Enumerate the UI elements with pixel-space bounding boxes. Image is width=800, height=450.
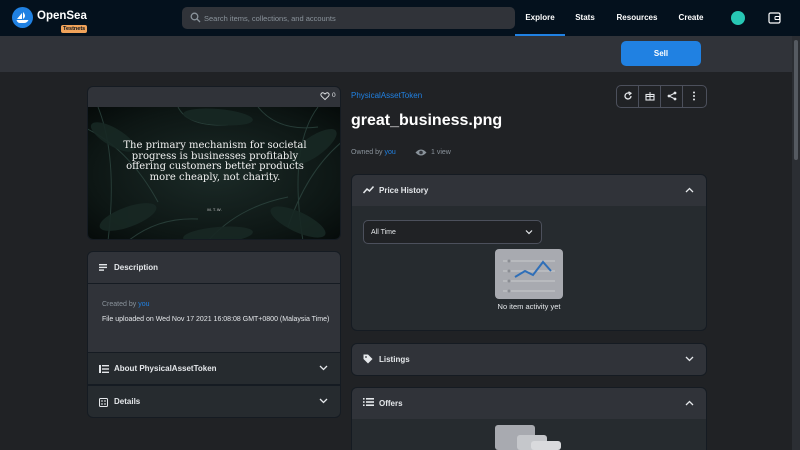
listings-header[interactable]: Listings xyxy=(351,343,707,376)
search-input[interactable] xyxy=(204,7,504,29)
created-by-label: Created by xyxy=(102,301,137,308)
asset-image[interactable]: The primary mechanism for societal progr… xyxy=(88,107,340,239)
empty-chart-illustration xyxy=(495,249,563,299)
nav-create[interactable]: Create xyxy=(671,0,711,36)
chevron-up-icon xyxy=(685,187,694,193)
no-activity-text: No item activity yet xyxy=(497,302,561,311)
time-range-value: All Time xyxy=(371,229,396,236)
chevron-down-icon xyxy=(319,398,328,404)
eye-icon xyxy=(415,149,427,156)
share-icon xyxy=(667,91,677,101)
empty-offers-illustration xyxy=(495,425,561,450)
asset-toolbar xyxy=(616,85,707,108)
wallet-icon[interactable] xyxy=(768,12,781,24)
created-by-line: Created by you xyxy=(102,301,150,308)
refresh-button[interactable] xyxy=(617,86,639,107)
tag-icon xyxy=(363,354,373,364)
share-button[interactable] xyxy=(661,86,683,107)
scrollbar-thumb[interactable] xyxy=(794,40,798,160)
search-icon xyxy=(190,12,201,23)
price-history-header[interactable]: Price History xyxy=(351,174,707,207)
description-body: Created by you File uploaded on Wed Nov … xyxy=(87,284,341,352)
image-quote-author: M.T.W. xyxy=(207,207,223,212)
price-history-title: Price History xyxy=(379,186,429,195)
gift-icon xyxy=(645,92,655,101)
asset-image-card: 0 The primary mechanism for societal pro… xyxy=(87,86,341,240)
owned-by-label: Owned by xyxy=(351,149,383,156)
more-options-button[interactable] xyxy=(683,86,705,107)
offers-header[interactable]: Offers xyxy=(351,387,707,420)
image-card-header: 0 xyxy=(88,87,340,107)
owner-link[interactable]: you xyxy=(384,149,395,156)
nav-explore[interactable]: Explore xyxy=(515,0,565,36)
time-range-select[interactable]: All Time xyxy=(363,220,542,244)
image-quote-text: The primary mechanism for societal progr… xyxy=(123,140,307,183)
notes-icon xyxy=(99,264,107,271)
details-row[interactable]: Details xyxy=(87,385,341,418)
collection-link[interactable]: PhysicalAssetToken xyxy=(351,91,422,100)
chevron-down-icon xyxy=(685,356,694,362)
chevron-down-icon xyxy=(319,365,328,371)
description-title: Description xyxy=(114,263,159,272)
top-nav: OpenSea Testnets Explore Stats Resources… xyxy=(0,0,800,36)
about-collection-row[interactable]: About PhysicalAssetToken xyxy=(87,352,341,385)
about-title: About PhysicalAssetToken xyxy=(114,364,217,373)
chevron-up-icon xyxy=(685,400,694,406)
creator-link[interactable]: you xyxy=(138,301,149,308)
like-count: 0 xyxy=(332,92,336,99)
list-icon xyxy=(363,398,374,406)
nav-resources[interactable]: Resources xyxy=(610,0,664,36)
refresh-icon xyxy=(624,91,633,100)
more-vertical-icon xyxy=(693,91,695,101)
chevron-down-icon xyxy=(525,230,533,235)
brand-name[interactable]: OpenSea xyxy=(37,10,87,22)
listings-title: Listings xyxy=(379,355,410,364)
transfer-button[interactable] xyxy=(639,86,661,107)
opensea-logo[interactable] xyxy=(12,7,33,28)
owned-by-line: Owned by you xyxy=(351,149,396,156)
upload-info: File uploaded on Wed Nov 17 2021 16:08:0… xyxy=(102,316,330,323)
chart-placeholder-icon xyxy=(503,259,555,293)
list-details-icon xyxy=(99,398,108,407)
trending-chart-icon xyxy=(363,186,374,194)
vertical-split-icon xyxy=(99,365,109,373)
testnet-badge: Testnets xyxy=(61,25,88,33)
offers-body xyxy=(351,419,707,450)
account-avatar[interactable] xyxy=(731,11,745,25)
description-header[interactable]: Description xyxy=(87,251,341,284)
heart-icon[interactable] xyxy=(320,91,330,101)
view-count: 1 view xyxy=(431,149,451,156)
search-bar[interactable] xyxy=(182,7,515,29)
offers-title: Offers xyxy=(379,399,403,408)
details-title: Details xyxy=(114,397,141,406)
ship-icon xyxy=(16,12,29,23)
nav-stats[interactable]: Stats xyxy=(567,0,603,36)
price-history-body: All Time No item activity yet xyxy=(351,206,707,331)
asset-title: great_business.png xyxy=(351,112,503,129)
sell-button[interactable]: Sell xyxy=(621,41,701,66)
